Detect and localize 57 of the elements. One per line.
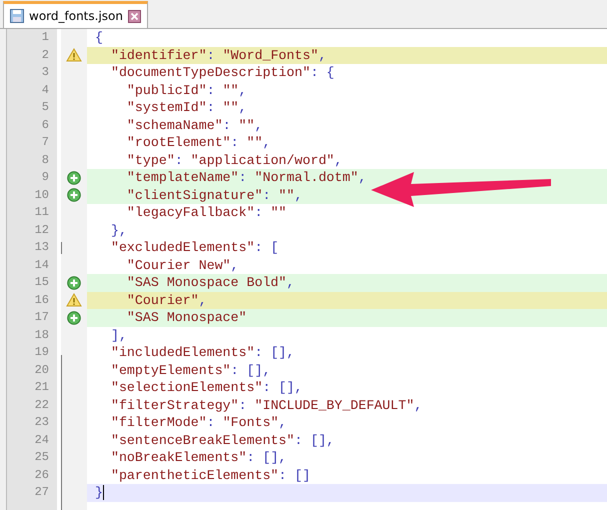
line-number: 1 xyxy=(40,29,50,46)
line-number: 20 xyxy=(34,362,50,378)
line-number: 7 xyxy=(40,134,50,151)
line-number: 17 xyxy=(34,309,50,326)
line-number: 26 xyxy=(34,466,50,484)
code-line: "publicId": "", xyxy=(126,82,248,99)
code-line: }, xyxy=(110,222,128,239)
code-line: "filterMode": "Fonts", xyxy=(110,414,288,432)
code-line: "emptyElements": [], xyxy=(110,362,272,379)
line-number: 8 xyxy=(40,152,50,168)
code-line: "noBreakElements": [], xyxy=(110,449,288,466)
code-line: { xyxy=(94,29,104,46)
code-line: "sentenceBreakElements": [], xyxy=(110,432,336,449)
plus-icon xyxy=(67,276,81,290)
line-number: 4 xyxy=(40,82,50,98)
line-number: 22 xyxy=(34,396,50,414)
code-line: "rootElement": "", xyxy=(126,134,272,152)
line-number: 9 xyxy=(40,169,50,186)
plus-icon xyxy=(67,170,81,185)
fold-line xyxy=(61,242,62,254)
line-number: 10 xyxy=(34,186,50,204)
line-number: 16 xyxy=(34,292,50,308)
line-number: 18 xyxy=(34,326,50,344)
code-line: "filterStrategy": "INCLUDE_BY_DEFAULT", xyxy=(110,396,424,414)
code-line: "excludedElements": [ xyxy=(110,239,280,256)
code-line: "selectionElements": [], xyxy=(110,379,304,396)
close-icon[interactable] xyxy=(128,10,141,22)
line-number: 24 xyxy=(34,432,50,448)
line-number: 23 xyxy=(34,414,50,431)
code-line: "parentheticElements": [] xyxy=(110,466,312,484)
code-line: ], xyxy=(110,326,128,344)
warning-icon xyxy=(66,293,82,308)
line-number: 19 xyxy=(34,344,50,361)
line-number: 27 xyxy=(34,484,50,501)
code-line: "schemaName": "", xyxy=(126,116,264,134)
file-tab[interactable]: word_fonts.json xyxy=(3,1,148,28)
code-line: "type": "application/word", xyxy=(126,152,344,169)
line-number: 6 xyxy=(40,116,50,134)
line-number: 12 xyxy=(34,222,50,238)
file-icon xyxy=(10,9,24,23)
plus-icon xyxy=(67,310,81,325)
line-number: 11 xyxy=(34,204,50,221)
code-line: "documentTypeDescription": { xyxy=(110,64,336,82)
line-number: 13 xyxy=(34,239,50,256)
code-line: "includedElements": [], xyxy=(110,344,296,362)
line-number: 25 xyxy=(34,449,50,466)
warning-icon xyxy=(66,48,82,62)
plus-icon xyxy=(67,188,81,202)
code-line: "legacyFallback": "" xyxy=(126,204,288,222)
line-number: 21 xyxy=(34,379,50,396)
line-number: 5 xyxy=(40,99,50,116)
code-line: "Courier New", xyxy=(126,256,240,274)
code-line: "systemId": "", xyxy=(126,99,248,116)
line-number: 3 xyxy=(40,64,50,81)
line-number: 2 xyxy=(40,46,50,64)
line-number: 15 xyxy=(34,274,50,291)
line-number: 14 xyxy=(34,256,50,274)
